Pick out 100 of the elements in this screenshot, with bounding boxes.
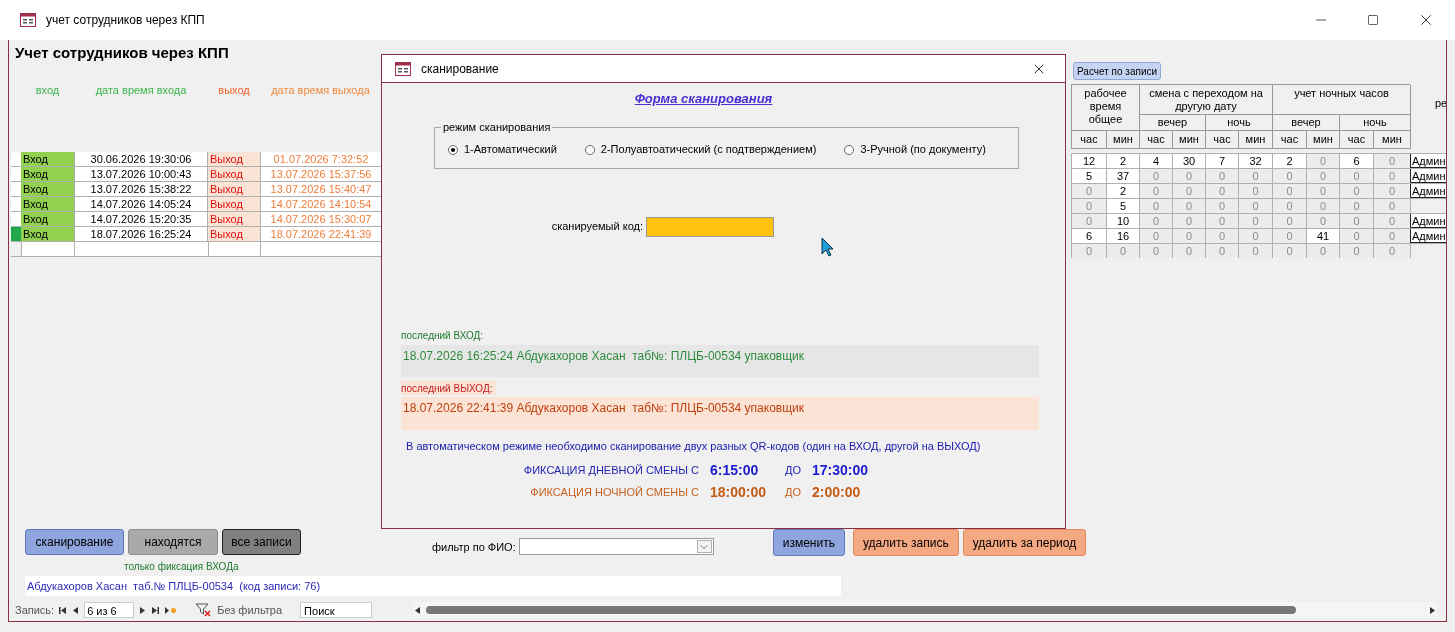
table-cell: 14.07.2026 15:20:35: [74, 212, 208, 226]
table-cell: 0: [1139, 244, 1172, 258]
shift-end-time: 17:30:00: [812, 460, 869, 480]
table-cell: Вход: [21, 212, 74, 226]
column-header: вечер: [1273, 115, 1340, 131]
next-record-icon[interactable]: [138, 605, 148, 615]
table-cell: 0: [1071, 244, 1106, 258]
table-cell: 6: [1071, 229, 1106, 243]
first-record-icon[interactable]: [58, 605, 68, 615]
form-icon: [20, 13, 36, 27]
table-cell: 0: [1306, 214, 1339, 228]
column-header: мин: [1307, 131, 1340, 149]
table-cell: 0: [1172, 244, 1205, 258]
toolbar-button[interactable]: все записи: [222, 529, 301, 555]
dialog-title: сканирование: [421, 60, 499, 78]
table-cell: 14.07.2026 14:10:54: [260, 197, 381, 211]
radio-button[interactable]: [448, 144, 458, 155]
table-cell: 0: [1238, 199, 1272, 213]
table-cell: 0: [1139, 229, 1172, 243]
table-cell: 0: [1306, 199, 1339, 213]
filter-state-button[interactable]: Без фильтра: [217, 601, 283, 619]
name-filter-combobox[interactable]: [518, 538, 714, 555]
scan-code-field[interactable]: [646, 216, 774, 237]
table-cell: 0: [1306, 169, 1339, 183]
calc-button[interactable]: Расчет по записи: [1073, 62, 1162, 80]
table-cell: 0: [1139, 214, 1172, 228]
table-cell: 0: [1071, 214, 1106, 228]
table-cell: 18.07.2026 16:25:24: [74, 227, 208, 241]
last-record-icon[interactable]: [151, 605, 161, 615]
table-cell: 0: [1373, 184, 1410, 198]
table-cell: Выход: [208, 197, 260, 211]
table-cell: 0: [1139, 199, 1172, 213]
form-icon: [395, 61, 411, 76]
filter-label: фильтр по ФИО:: [432, 540, 516, 555]
column-header: мин: [1173, 131, 1206, 149]
table-cell: Выход: [208, 227, 260, 241]
table-cell: 32: [1238, 154, 1272, 168]
table-cell: 0: [1272, 214, 1306, 228]
shift-label: ФИКСАЦИЯ ДНЕВНОЙ СМЕНЫ С: [522, 462, 699, 478]
search-field[interactable]: Поиск: [300, 602, 373, 618]
table-cell: 0: [1339, 184, 1373, 198]
table-cell: 0: [1373, 199, 1410, 213]
toolbar-button[interactable]: сканирование: [25, 529, 124, 555]
table-cell: 0: [1306, 184, 1339, 198]
table-cell: 37: [1106, 169, 1139, 183]
table-cell: 13.07.2026 15:38:22: [74, 182, 208, 196]
table-cell: Админ: [1410, 184, 1446, 198]
column-header: мин: [1239, 131, 1273, 149]
column-header: вход: [34, 83, 61, 98]
shift-start-time: 6:15:00: [710, 460, 760, 480]
table-cell: 0: [1339, 244, 1373, 258]
record-position-field[interactable]: 6 из 6: [84, 602, 135, 618]
table-cell: 0: [1205, 169, 1238, 183]
scroll-right-icon[interactable]: [1428, 605, 1437, 615]
table-cell: Вход: [21, 152, 74, 166]
code-label: сканируемый код:: [550, 219, 643, 235]
radio-option[interactable]: 3-Ручной (по документу): [844, 141, 986, 158]
table-cell: 0: [1339, 199, 1373, 213]
table-cell: 0: [1071, 199, 1106, 213]
table-cell: 12: [1071, 154, 1106, 168]
table-cell: Выход: [208, 167, 260, 181]
table-cell: 0: [1339, 169, 1373, 183]
table-cell: 01.07.2026 7:32:52: [260, 152, 381, 166]
horizontal-scrollbar[interactable]: [413, 602, 1437, 618]
table-cell: 13.07.2026 10:00:43: [74, 167, 208, 181]
table-cell: Админ: [1410, 154, 1446, 168]
table-cell: 10: [1106, 214, 1139, 228]
table-cell: Админ: [1410, 229, 1446, 243]
table-cell: 0: [1272, 184, 1306, 198]
radio-button[interactable]: [584, 144, 595, 155]
table-cell: 18.07.2026 22:41:39: [260, 227, 381, 241]
table-cell: 0: [1339, 229, 1373, 243]
table-cell: Вход: [21, 197, 74, 211]
table-cell: 0: [1172, 199, 1205, 213]
column-header: учет ночных часов: [1273, 85, 1411, 115]
previous-record-icon[interactable]: [71, 605, 81, 615]
table-cell: 14.07.2026 15:30:07: [260, 212, 381, 226]
toolbar-button[interactable]: находятся: [128, 529, 218, 555]
table-cell: 13.07.2026 15:37:56: [260, 167, 381, 181]
new-record-icon[interactable]: [164, 605, 178, 615]
table-cell: 0: [1373, 229, 1410, 243]
radio-label: 3-Ручной (по документу): [860, 142, 986, 158]
scroll-left-icon[interactable]: [413, 605, 422, 615]
action-button[interactable]: изменить: [772, 529, 845, 556]
action-button[interactable]: удалить за период: [962, 529, 1087, 556]
table-cell: Выход: [208, 212, 260, 226]
table-cell: Админ: [1410, 214, 1446, 228]
maximize-icon[interactable]: [1367, 14, 1379, 26]
radio-button[interactable]: [844, 144, 855, 155]
action-button[interactable]: удалить запись: [852, 529, 959, 556]
table-cell: 0: [1306, 244, 1339, 258]
filter-icon[interactable]: [195, 603, 212, 617]
table-cell: 0: [1272, 199, 1306, 213]
table-cell: 5: [1071, 169, 1106, 183]
table-cell: 2: [1272, 154, 1306, 168]
form-title: Учет сотрудников через КПП: [14, 43, 230, 60]
table-cell: 0: [1172, 214, 1205, 228]
table-cell: 0: [1071, 184, 1106, 198]
table-cell: 41: [1306, 229, 1339, 243]
radio-option[interactable]: 1-Автоматический: [448, 141, 557, 158]
